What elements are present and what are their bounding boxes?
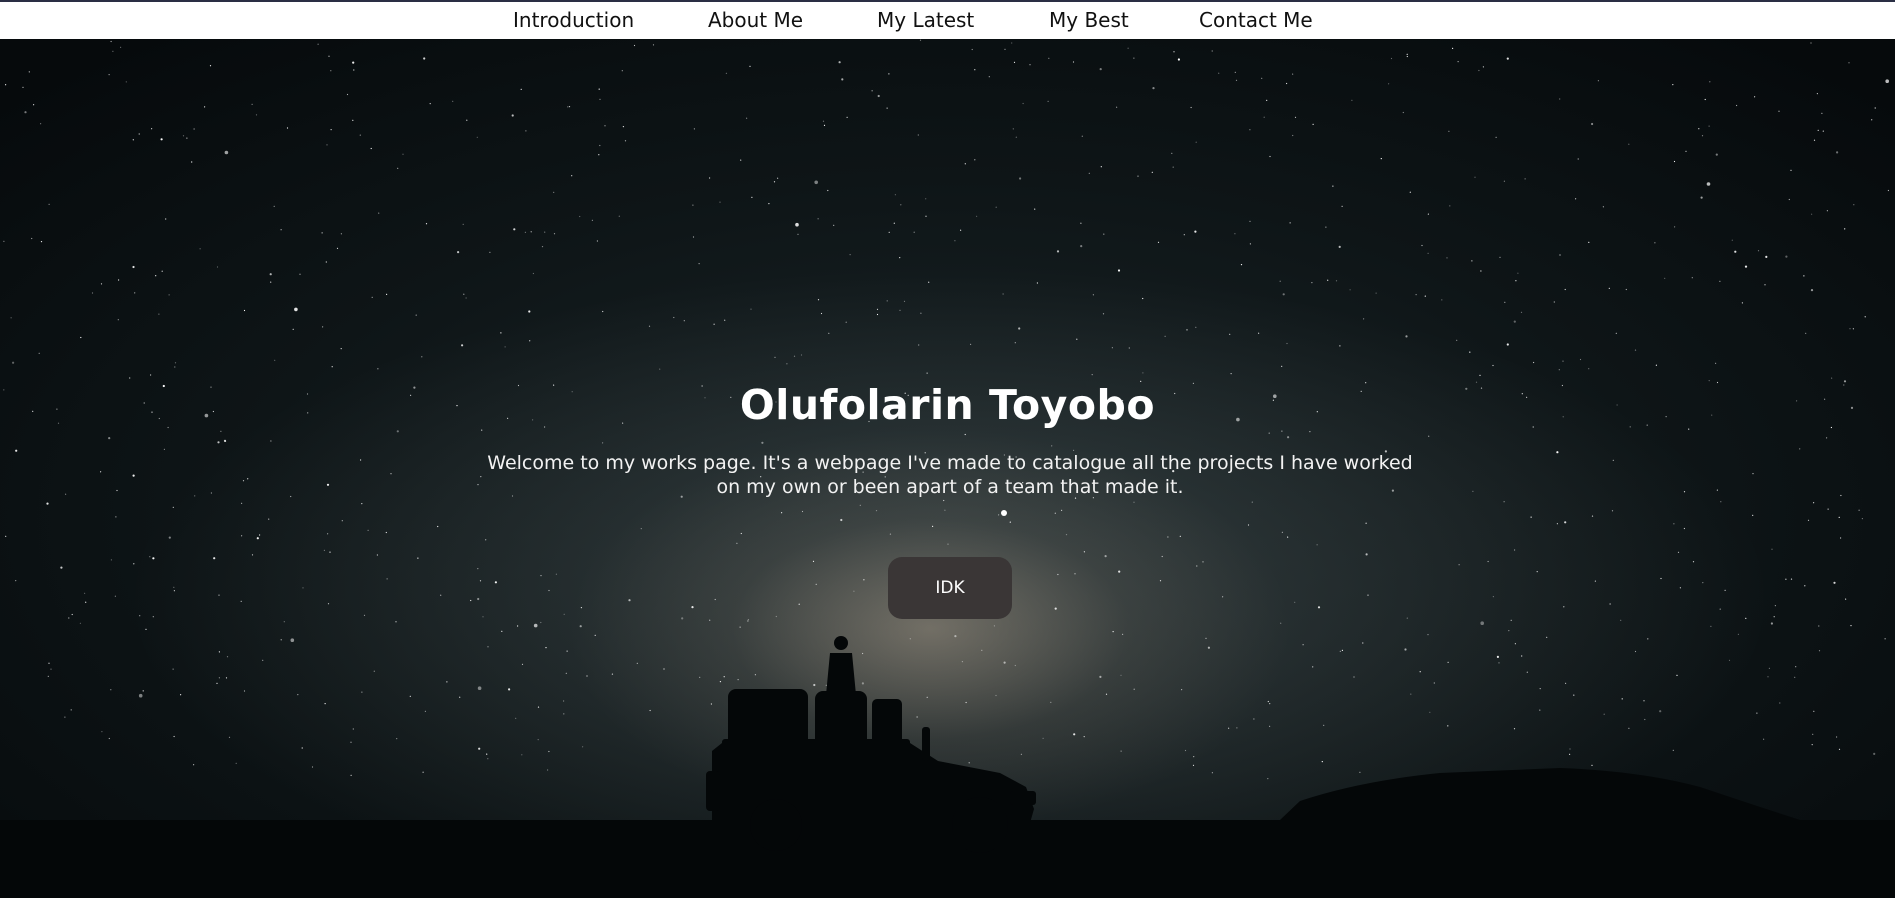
nav-link-my-best[interactable]: My Best	[1049, 2, 1129, 39]
idk-button[interactable]: IDK	[888, 557, 1012, 619]
nav-link-about-me[interactable]: About Me	[708, 2, 803, 39]
hero-title: Olufolarin Toyobo	[739, 381, 1156, 429]
hero-section: Olufolarin Toyobo Welcome to my works pa…	[0, 39, 1895, 898]
nav-link-contact-me[interactable]: Contact Me	[1199, 2, 1313, 39]
nav-link-my-latest[interactable]: My Latest	[877, 2, 974, 39]
top-navigation-bar: Introduction About Me My Latest My Best …	[0, 2, 1895, 39]
nav-link-introduction[interactable]: Introduction	[513, 2, 634, 39]
hero-description: Welcome to my works page. It's a webpage…	[487, 452, 1413, 498]
